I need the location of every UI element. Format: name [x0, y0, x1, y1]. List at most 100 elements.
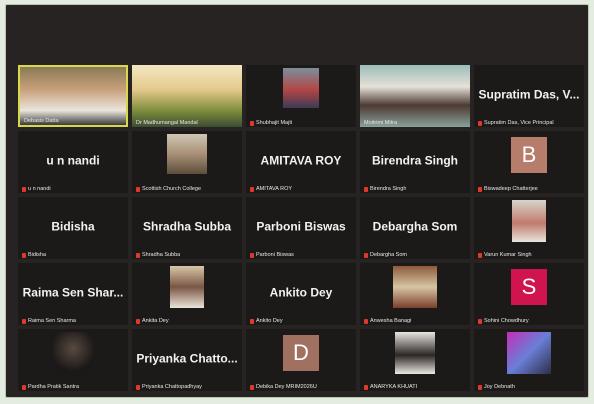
- participant-tile[interactable]: Ankito Dey Ankito Dey: [246, 263, 356, 325]
- participant-name-label: Debika Dey MRIM2026U: [250, 384, 317, 390]
- participant-name-label: AMITAVA ROY: [250, 186, 292, 192]
- participant-tile[interactable]: Joy Debnath: [474, 329, 584, 391]
- participant-avatar: [53, 332, 93, 374]
- participant-name-label: Dr Madhumangal Mandal: [136, 120, 198, 126]
- muted-mic-icon: [22, 186, 26, 192]
- participant-avatar: [170, 266, 204, 308]
- participant-label-text: Supratim Das, Vice Principal: [484, 120, 554, 126]
- participant-name-label: Parboni Biswas: [250, 252, 294, 258]
- participant-name-label: Joy Debnath: [478, 384, 515, 390]
- participant-tile[interactable]: Shradha Subba Shradha Subba: [132, 197, 242, 259]
- participant-name-label: Birendra Singh: [364, 186, 406, 192]
- participant-tile[interactable]: B Biswadeep Chatterjee: [474, 131, 584, 193]
- participant-label-text: Ankito Dey: [256, 318, 283, 324]
- participant-avatar: [512, 200, 546, 242]
- muted-mic-icon: [250, 186, 254, 192]
- participant-video: [20, 67, 126, 125]
- participant-label-text: Anwesha Banagi: [370, 318, 412, 324]
- participant-label-text: Pardha Pratik Santra: [28, 384, 80, 390]
- participant-name-label: Ankita Dey: [136, 318, 169, 324]
- muted-mic-icon: [22, 252, 26, 258]
- participant-avatar: [393, 266, 437, 308]
- participant-display-name: Parboni Biswas: [256, 219, 346, 234]
- muted-mic-icon: [250, 318, 254, 324]
- participant-label-text: Dr Madhumangal Mandal: [136, 120, 198, 126]
- participant-name-label: Debasis Datta: [24, 118, 59, 124]
- participant-tile[interactable]: ANARYKA KHUATI: [360, 329, 470, 391]
- participant-name-label: Pardha Pratik Santra: [22, 384, 79, 390]
- muted-mic-icon: [136, 384, 140, 390]
- participant-display-name: Birendra Singh: [371, 153, 458, 168]
- participant-label-text: Debika Dey MRIM2026U: [256, 384, 317, 390]
- participant-name-label: Moitrimi Mitra: [364, 120, 397, 126]
- participant-name-label: Scottish Church College: [136, 186, 201, 192]
- participant-initial-avatar: B: [511, 137, 547, 173]
- participant-tile[interactable]: Parboni Biswas Parboni Biswas: [246, 197, 356, 259]
- participant-avatar: [167, 134, 207, 174]
- muted-mic-icon: [250, 384, 254, 390]
- participant-tile[interactable]: Debargha Som Debargha Som: [360, 197, 470, 259]
- participant-avatar: [395, 332, 435, 374]
- participant-tile[interactable]: Bidisha Bidisha: [18, 197, 128, 259]
- muted-mic-icon: [22, 384, 26, 390]
- participant-display-name: Shradha Subba: [142, 219, 231, 234]
- participant-name-label: ANARYKA KHUATI: [364, 384, 417, 390]
- participant-initial-avatar: S: [511, 269, 547, 305]
- participant-label-text: Debargha Som: [370, 252, 407, 258]
- participant-avatar: [507, 332, 551, 374]
- participant-display-name: u n nandi: [46, 153, 100, 168]
- participant-tile[interactable]: Scottish Church College: [132, 131, 242, 193]
- participant-label-text: Bidisha: [28, 252, 47, 258]
- participant-label-text: Biswadeep Chatterjee: [484, 186, 538, 192]
- muted-mic-icon: [364, 384, 368, 390]
- participant-tile[interactable]: Varun Kumar Singh: [474, 197, 584, 259]
- participant-tile[interactable]: Priyanka Chatto... Priyanka Chattopadhyay: [132, 329, 242, 391]
- participant-tile[interactable]: Pardha Pratik Santra: [18, 329, 128, 391]
- participant-name-label: Supratim Das, Vice Principal: [478, 120, 554, 126]
- participant-video: [132, 65, 242, 127]
- participant-label-text: Scottish Church College: [142, 186, 202, 192]
- muted-mic-icon: [478, 186, 482, 192]
- participant-label-text: Varun Kumar Singh: [484, 252, 532, 258]
- participant-name-label: Anwesha Banagi: [364, 318, 411, 324]
- muted-mic-icon: [22, 318, 26, 324]
- participant-tile[interactable]: Birendra Singh Birendra Singh: [360, 131, 470, 193]
- muted-mic-icon: [478, 318, 482, 324]
- participant-label-text: Joy Debnath: [484, 384, 515, 390]
- participant-label-text: Raima Sen Sharma: [28, 318, 76, 324]
- participant-tile[interactable]: Ankita Dey: [132, 263, 242, 325]
- participant-tile[interactable]: D Debika Dey MRIM2026U: [246, 329, 356, 391]
- participant-label-text: Shradha Subba: [142, 252, 181, 258]
- participant-name-label: Ankito Dey: [250, 318, 283, 324]
- participant-tile[interactable]: Shubhajit Majti: [246, 65, 356, 127]
- participant-display-name: AMITAVA ROY: [260, 153, 342, 168]
- participant-name-label: Debargha Som: [364, 252, 407, 258]
- participant-label-text: Priyanka Chattopadhyay: [142, 384, 202, 390]
- participant-name-label: Bidisha: [22, 252, 46, 258]
- participant-tile[interactable]: AMITAVA ROY AMITAVA ROY: [246, 131, 356, 193]
- participant-name-label: Priyanka Chattopadhyay: [136, 384, 202, 390]
- participant-tile[interactable]: Raima Sen Shar... Raima Sen Sharma: [18, 263, 128, 325]
- participant-name-label: Varun Kumar Singh: [478, 252, 532, 258]
- participant-label-text: Debasis Datta: [24, 118, 59, 124]
- participant-name-label: u n nandi: [22, 186, 51, 192]
- participant-tile[interactable]: u n nandi u n nandi: [18, 131, 128, 193]
- participant-name-label: Biswadeep Chatterjee: [478, 186, 538, 192]
- muted-mic-icon: [478, 252, 482, 258]
- participant-label-text: Shubhajit Majti: [256, 120, 293, 126]
- participant-tile[interactable]: S Sohini Chowdhury: [474, 263, 584, 325]
- muted-mic-icon: [250, 120, 254, 126]
- participant-display-name: Priyanka Chatto...: [136, 351, 238, 366]
- participant-grid: Debasis Datta Dr Madhumangal Mandal Shubha…: [18, 65, 588, 395]
- participant-label-text: Ankita Dey: [142, 318, 169, 324]
- participant-name-label: Shubhajit Majti: [250, 120, 292, 126]
- participant-tile[interactable]: Debasis Datta: [18, 65, 128, 127]
- participant-tile[interactable]: Moitrimi Mitra: [360, 65, 470, 127]
- participant-tile[interactable]: Supratim Das, V... Supratim Das, Vice Pri…: [474, 65, 584, 127]
- participant-label-text: ANARYKA KHUATI: [370, 384, 418, 390]
- participant-tile[interactable]: Dr Madhumangal Mandal: [132, 65, 242, 127]
- participant-label-text: Moitrimi Mitra: [364, 120, 397, 126]
- participant-tile[interactable]: Anwesha Banagi: [360, 263, 470, 325]
- participant-label-text: AMITAVA ROY: [256, 186, 293, 192]
- muted-mic-icon: [136, 318, 140, 324]
